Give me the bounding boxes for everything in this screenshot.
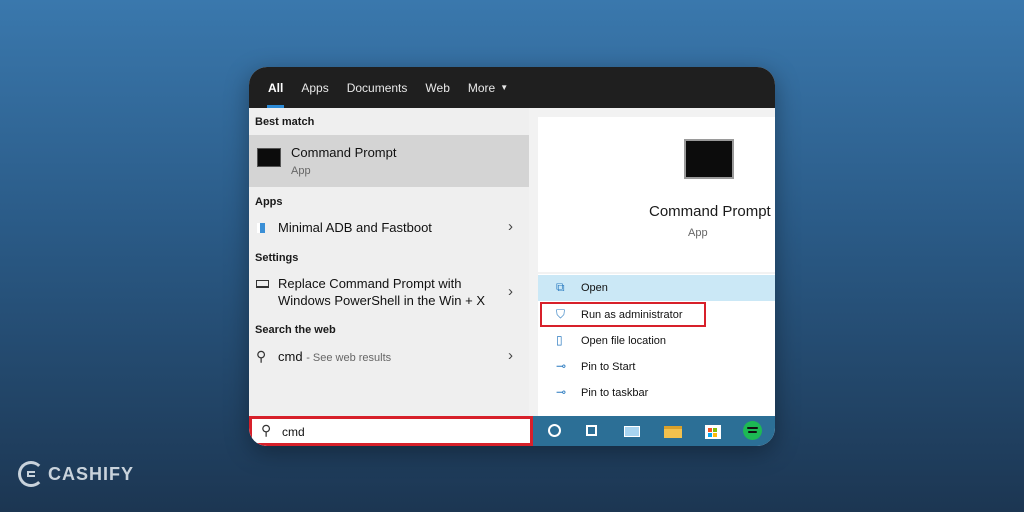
best-match-item[interactable]: Command Prompt App <box>249 135 529 187</box>
open-action[interactable]: ⧉ Open <box>538 275 775 301</box>
file-icon: ▯ <box>556 333 563 347</box>
tab-documents[interactable]: Documents <box>338 67 417 108</box>
file-explorer-icon[interactable] <box>663 421 683 441</box>
app-result-item[interactable]: Minimal ADB and Fastboot › <box>249 218 529 242</box>
cortana-icon[interactable] <box>545 421 565 441</box>
cashify-logo-icon <box>18 461 44 487</box>
pin-to-start-action[interactable]: ⊸ Pin to Start <box>538 354 775 380</box>
search-input[interactable]: cmd <box>282 425 305 439</box>
chevron-right-icon: › <box>508 218 513 235</box>
actions-list: ⧉ Open ⛉ Run as administrator ▯ Open fil… <box>538 274 775 416</box>
cashify-logo: CASHIFY <box>18 461 134 487</box>
brand-name: CASHIFY <box>48 463 135 484</box>
results-panel: Best match Command Prompt App Apps Minim… <box>249 108 529 416</box>
web-result-text: cmd - See web results <box>278 349 391 364</box>
preview-subtitle: App <box>688 227 708 239</box>
best-match-name: Command Prompt <box>291 145 397 160</box>
taskbar <box>533 416 775 446</box>
web-result-item[interactable]: ⚲ cmd - See web results › <box>249 347 529 371</box>
command-prompt-icon <box>257 148 281 167</box>
tab-all-label: All <box>268 80 284 95</box>
store-app-icon[interactable] <box>622 421 642 441</box>
tab-more-label: More <box>467 80 496 95</box>
apps-heading: Apps <box>255 196 283 208</box>
app-result-label: Minimal ADB and Fastboot <box>278 220 432 235</box>
settings-result-line1: Replace Command Prompt with <box>278 276 462 291</box>
search-web-heading: Search the web <box>255 324 336 336</box>
tab-all[interactable]: All <box>259 67 292 108</box>
run-as-admin-highlight <box>540 302 706 327</box>
best-match-type: App <box>291 165 311 177</box>
task-view-icon[interactable] <box>583 421 603 441</box>
search-tab-bar: All Apps Documents Web More ▼ <box>249 67 775 108</box>
preview-panel: Command Prompt App <box>538 117 775 272</box>
caret-down-icon: ▼ <box>500 83 509 92</box>
best-match-heading: Best match <box>255 116 315 128</box>
settings-result-item[interactable]: Replace Command Prompt with Windows Powe… <box>249 276 529 312</box>
microsoft-store-icon[interactable] <box>703 421 723 441</box>
pin-icon: ⊸ <box>556 359 567 373</box>
tab-web-label: Web <box>425 80 450 95</box>
tab-more[interactable]: More ▼ <box>459 67 517 108</box>
web-suffix: - See web results <box>306 352 392 364</box>
search-box[interactable]: ⚲ cmd <box>249 416 533 446</box>
pin-to-taskbar-action[interactable]: ⊸ Pin to taskbar <box>538 380 775 406</box>
open-file-location-action[interactable]: ▯ Open file location <box>538 328 775 354</box>
spotify-icon[interactable] <box>743 421 763 441</box>
preview-title: Command Prompt <box>649 203 771 220</box>
tab-web[interactable]: Web <box>416 67 458 108</box>
settings-result-line2: Windows PowerShell in the Win + X <box>278 293 486 308</box>
start-search-window: All Apps Documents Web More ▼ Best match … <box>249 67 775 446</box>
web-query: cmd <box>278 349 303 364</box>
open-file-location-label: Open file location <box>581 335 666 347</box>
chevron-right-icon: › <box>508 283 513 300</box>
monitor-icon <box>256 280 269 288</box>
search-icon: ⚲ <box>261 422 272 438</box>
open-label: Open <box>581 282 608 294</box>
chevron-right-icon: › <box>508 347 513 364</box>
open-icon: ⧉ <box>556 280 565 294</box>
tab-apps[interactable]: Apps <box>292 67 337 108</box>
tab-apps-label: Apps <box>301 80 329 95</box>
command-prompt-large-icon <box>684 139 734 179</box>
tab-documents-label: Documents <box>346 80 408 95</box>
search-icon: ⚲ <box>256 348 267 364</box>
settings-heading: Settings <box>255 252 299 264</box>
pin-icon: ⊸ <box>556 385 567 399</box>
pin-to-start-label: Pin to Start <box>581 361 636 373</box>
app-icon <box>257 223 265 233</box>
pin-to-taskbar-label: Pin to taskbar <box>581 387 649 399</box>
